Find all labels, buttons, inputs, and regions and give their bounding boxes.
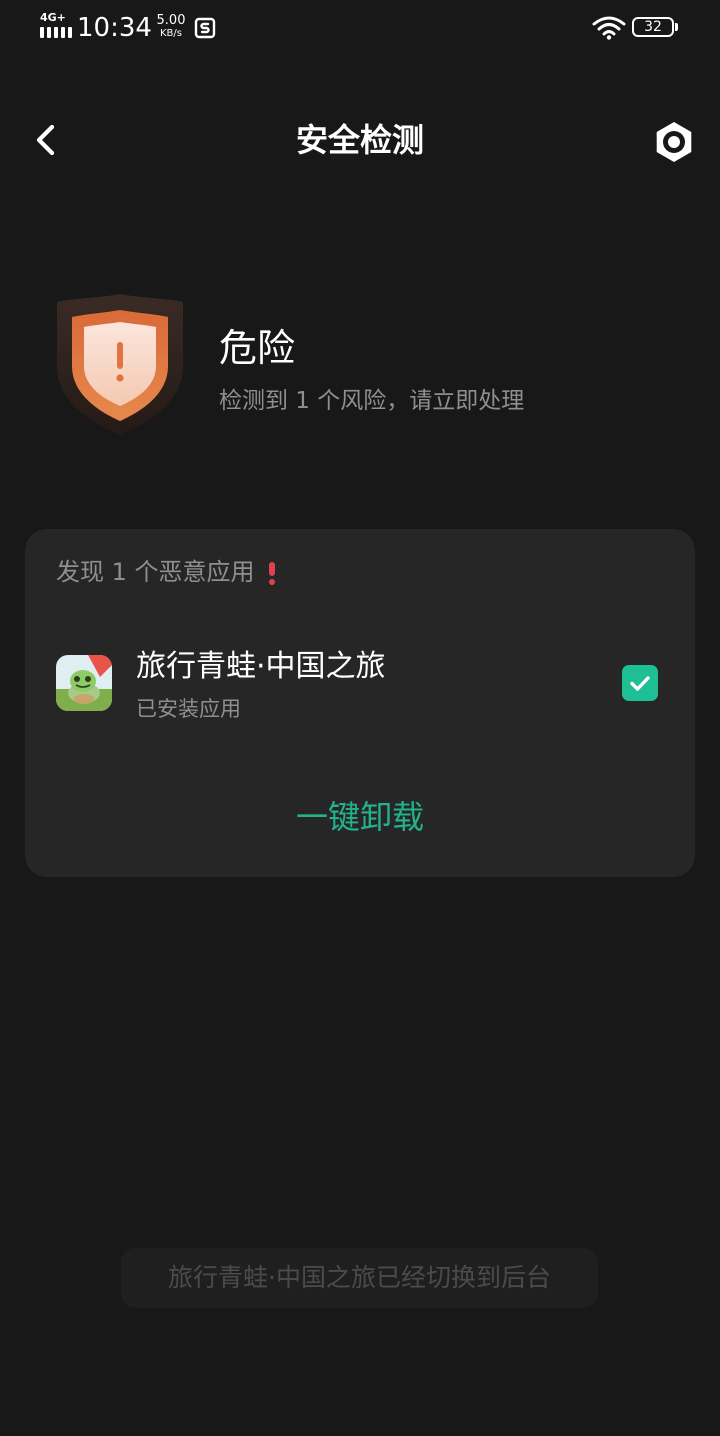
uninstall-all-button[interactable]: 一键卸载	[25, 795, 695, 839]
signal-icon: 4G+	[38, 12, 72, 40]
malicious-app-card: 发现 1 个恶意应用 旅行青蛙·中国之旅 已安装应用 一键卸载	[25, 529, 695, 877]
header: 安全检测	[0, 100, 720, 180]
exclamation-icon	[267, 559, 277, 585]
risk-status-title: 危险	[219, 326, 296, 370]
network-type: 4G+	[40, 11, 66, 24]
risk-status-description: 检测到 1 个风险，请立即处理	[219, 388, 525, 414]
settings-icon[interactable]	[650, 118, 698, 166]
network-speed: 5.00 KB/s	[153, 14, 189, 40]
card-header: 发现 1 个恶意应用	[56, 555, 277, 589]
frog-app-icon	[56, 655, 112, 711]
card-header-label: 发现 1 个恶意应用	[56, 558, 255, 586]
toast-message: 旅行青蛙·中国之旅已经切换到后台	[121, 1248, 598, 1308]
status-bar: 4G+ 10:34 5.00 KB/s 32	[0, 0, 720, 58]
battery-icon: 32	[632, 17, 680, 39]
battery-level: 32	[644, 19, 662, 35]
status-time: 10:34	[77, 13, 152, 43]
wifi-icon	[592, 16, 626, 40]
shield-warning-icon	[57, 294, 183, 435]
app-checkbox[interactable]	[622, 665, 658, 701]
app-name: 旅行青蛙·中国之旅	[136, 649, 386, 684]
speed-unit: KB/s	[160, 28, 182, 39]
page-title: 安全检测	[295, 121, 424, 159]
speed-value: 5.00	[156, 13, 186, 28]
app-source: 已安装应用	[136, 697, 241, 721]
app-status-icon	[194, 17, 216, 39]
list-item[interactable]: 旅行青蛙·中国之旅 已安装应用	[25, 639, 695, 739]
